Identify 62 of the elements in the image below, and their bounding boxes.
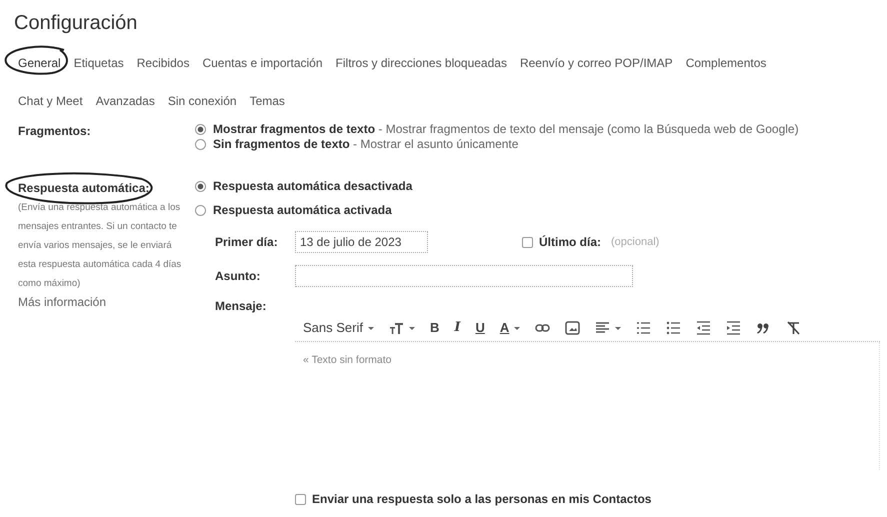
plain-text-link[interactable]: « Texto sin formato (303, 354, 392, 366)
settings-tab[interactable]: Etiquetas (74, 54, 124, 72)
help-text: (Envía una respuesta automática a los mensajes entrantes. Si un contacto te envía varios mensajes, se le enviará esta respuesta automática cada 4 días como máximo) (18, 201, 182, 291)
message-editor[interactable]: « Texto sin formato (295, 342, 880, 470)
setting-label: Fragmentos: (18, 123, 91, 140)
radio-button[interactable] (195, 205, 206, 216)
settings-tab[interactable]: Cuentas e importación (202, 54, 323, 72)
checkbox-label: Enviar una respuesta solo a las personas en mis Contactos (312, 491, 652, 508)
image-button[interactable] (565, 321, 580, 335)
field-label: Primer día: (215, 234, 279, 251)
font-dropdown[interactable]: Sans Serif (303, 318, 374, 338)
numbered-list-icon (636, 321, 652, 335)
settings-tab[interactable]: Sin conexión (168, 92, 237, 110)
more-info-link[interactable]: Más información (18, 295, 106, 309)
option-label: Respuesta automática desactivada (213, 179, 412, 194)
settings-tab[interactable]: Recibidos (136, 54, 190, 72)
format-button[interactable]: B (430, 318, 440, 338)
quote-icon (756, 321, 772, 335)
numbered-list-button[interactable] (636, 321, 652, 335)
bulleted-list-icon (666, 321, 682, 335)
bulleted-list-button[interactable] (666, 321, 682, 335)
date-field[interactable]: 13 de julio de 2023 (295, 231, 428, 253)
text-size-icon (388, 321, 404, 335)
setting-label: Respuesta automática: (18, 180, 150, 197)
align-button[interactable] (595, 321, 622, 335)
text-size-button[interactable] (388, 321, 415, 335)
checkbox[interactable] (295, 494, 306, 504)
indent-more-icon (726, 321, 742, 335)
caret-icon (368, 326, 374, 330)
settings-tab[interactable]: Chat y Meet (18, 92, 83, 110)
settings-tab[interactable]: Reenvío y correo POP/IMAP (520, 54, 673, 72)
checkbox[interactable] (522, 236, 533, 248)
caret-icon (514, 326, 520, 330)
indent-less-icon (696, 321, 712, 335)
radio-button[interactable] (195, 139, 206, 150)
settings-tab[interactable]: General (18, 54, 61, 72)
radio-button[interactable] (195, 124, 206, 135)
format-button[interactable]: U (475, 318, 485, 338)
clear-formatting-button[interactable] (786, 321, 802, 335)
settings-tab[interactable]: Temas (250, 92, 285, 110)
option-label: Mostrar fragmentos de texto - Mostrar fragmentos de texto del mensaje (como la Búsqueda web de Google) (213, 122, 799, 137)
settings-tab[interactable]: Filtros y direcciones bloqueadas (336, 54, 507, 72)
indent-less-button[interactable] (696, 321, 712, 335)
field-label: Último día: (539, 234, 601, 251)
format-button[interactable]: A (500, 318, 520, 338)
clear-formatting-icon (786, 321, 802, 335)
indent-more-button[interactable] (726, 321, 742, 335)
settings-tab[interactable]: Avanzadas (96, 92, 155, 110)
align-icon (595, 321, 610, 335)
quote-button[interactable] (756, 321, 772, 335)
option-label: Respuesta automática activada (213, 203, 392, 218)
field-label: Asunto: (215, 268, 262, 285)
radio-button[interactable] (195, 181, 206, 192)
page-title: Configuración (13, 11, 138, 36)
option-label: Sin fragmentos de texto - Mostrar el asunto únicamente (213, 137, 518, 152)
field-label: Mensaje: (215, 298, 268, 315)
format-button[interactable]: I (454, 318, 460, 338)
caret-icon (408, 326, 415, 330)
image-icon (565, 321, 580, 335)
settings-tab[interactable]: Complementos (686, 54, 766, 72)
caret-icon (615, 326, 622, 330)
subject-field[interactable] (295, 265, 633, 287)
